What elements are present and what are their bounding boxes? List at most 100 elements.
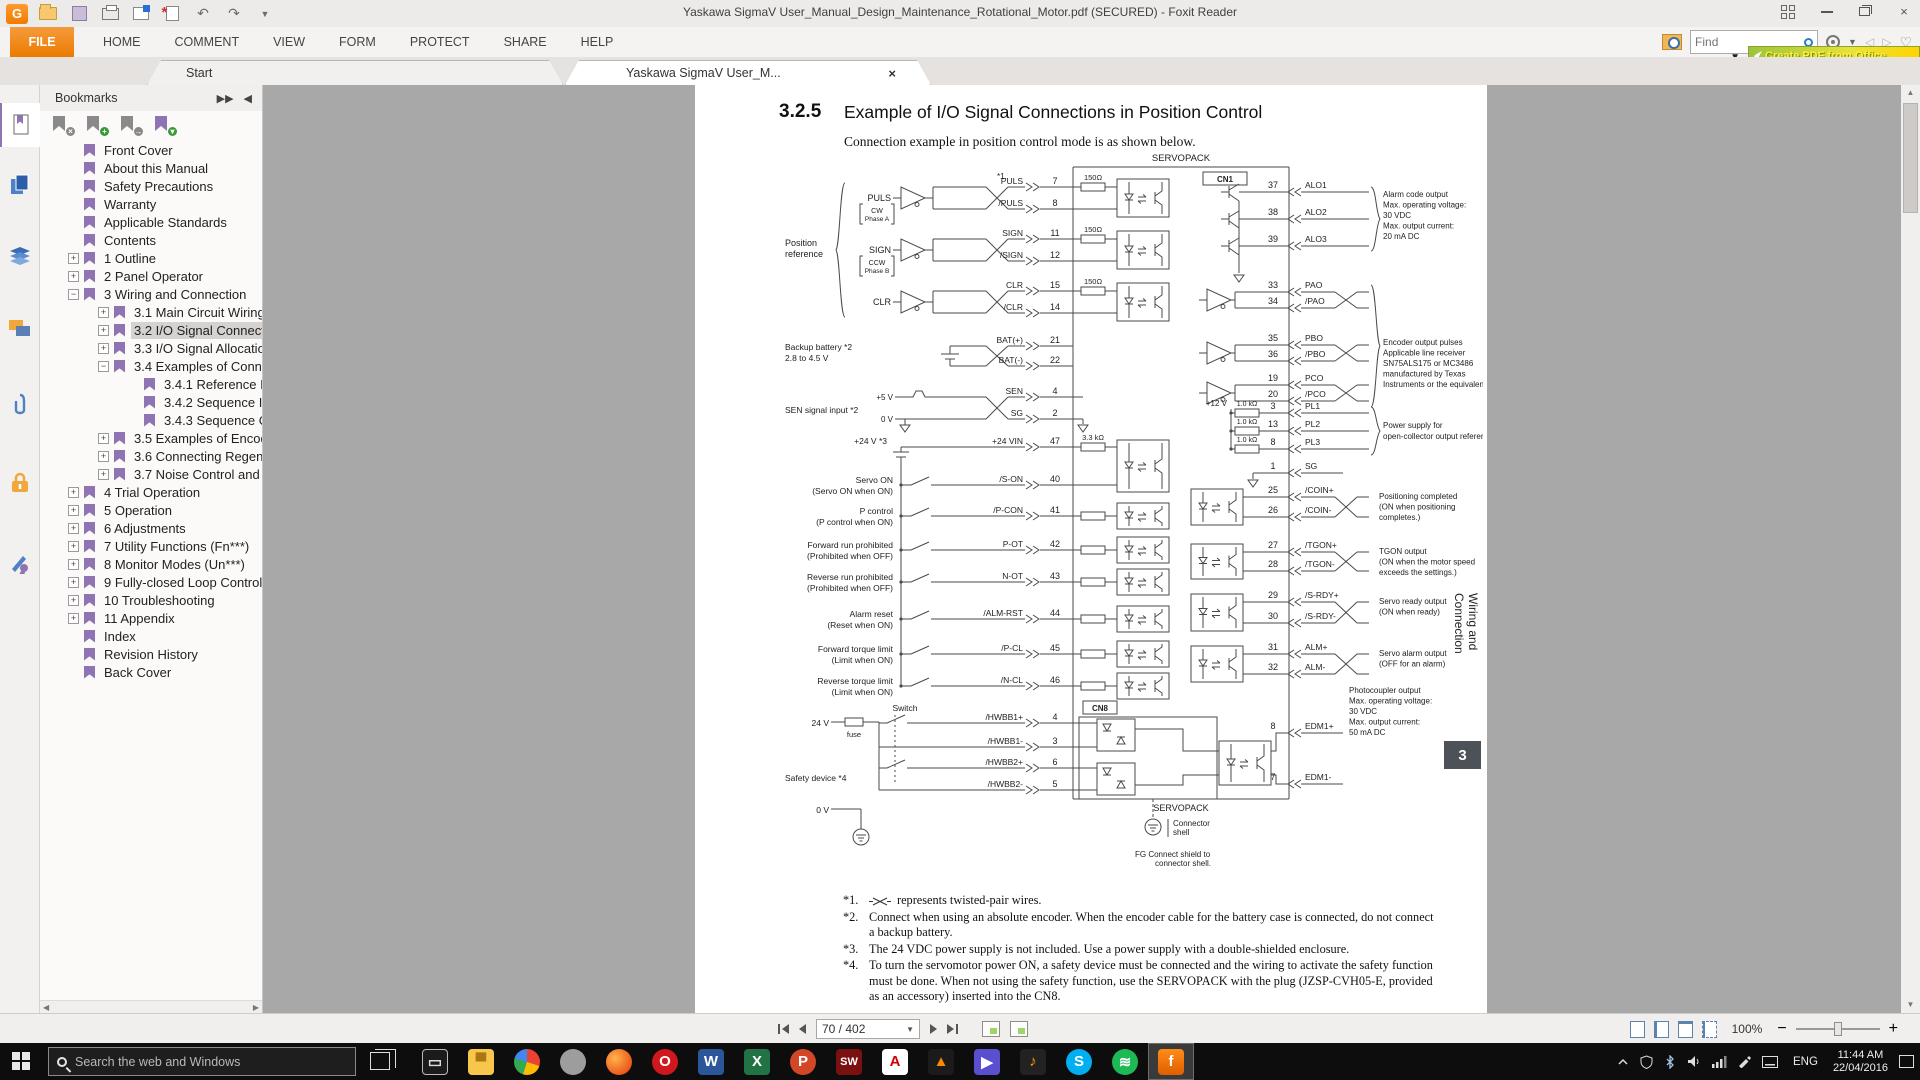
- bookmark-label[interactable]: Safety Precautions: [101, 178, 216, 195]
- network-icon[interactable]: [1712, 1056, 1727, 1068]
- expander-icon[interactable]: +: [98, 307, 109, 318]
- task-view-icon[interactable]: [370, 1052, 390, 1070]
- expander-icon[interactable]: +: [68, 271, 79, 282]
- restore-button[interactable]: [1859, 7, 1870, 16]
- expander-icon[interactable]: +: [68, 559, 79, 570]
- bookmark-item[interactable]: +3.4.2 Sequence Input Circu: [40, 393, 262, 411]
- bookmark-item[interactable]: +3.5 Examples of Encoder Conn: [40, 429, 262, 447]
- app-file-explorer[interactable]: ▀: [458, 1043, 504, 1080]
- menu-protect[interactable]: PROTECT: [393, 27, 487, 57]
- bookmark-label[interactable]: 4 Trial Operation: [101, 484, 203, 501]
- bookmark-item[interactable]: +1 Outline: [40, 249, 262, 267]
- menu-file[interactable]: FILE: [10, 27, 74, 57]
- bookmark-label[interactable]: 3.4.3 Sequence Output Cir: [161, 412, 262, 429]
- attachments-panel-icon[interactable]: [0, 383, 40, 427]
- expander-icon[interactable]: −: [98, 361, 109, 372]
- app-skype[interactable]: S: [1056, 1043, 1102, 1080]
- menu-share[interactable]: SHARE: [487, 27, 564, 57]
- bookmark-label[interactable]: Warranty: [101, 196, 159, 213]
- expander-icon[interactable]: +: [68, 613, 79, 624]
- bookmark-label[interactable]: 5 Operation: [101, 502, 175, 519]
- document-canvas[interactable]: 3.2.5 Example of I/O Signal Connections …: [264, 85, 1901, 1013]
- tab-start[interactable]: Start: [147, 60, 563, 85]
- bookmark-label[interactable]: 3.4 Examples of Connection to: [131, 358, 262, 375]
- bookmark-label[interactable]: About this Manual: [101, 160, 211, 177]
- bookmark-item[interactable]: +3.7 Noise Control and Measures: [40, 465, 262, 483]
- bookmark-label[interactable]: 10 Troubleshooting: [101, 592, 218, 609]
- expander-icon[interactable]: +: [68, 577, 79, 588]
- bookmark-item[interactable]: +4 Trial Operation: [40, 483, 262, 501]
- expander-icon[interactable]: +: [98, 469, 109, 480]
- bookmark-item[interactable]: +3.4.3 Sequence Output Cir: [40, 411, 262, 429]
- bookmark-item[interactable]: +3.3 I/O Signal Allocations: [40, 339, 262, 357]
- bookmark-item[interactable]: − 3.4 Examples of Connection to: [40, 357, 262, 375]
- menu-home[interactable]: HOME: [86, 27, 158, 57]
- expander-icon[interactable]: +: [98, 451, 109, 462]
- bookmark-item[interactable]: +5 Operation: [40, 501, 262, 519]
- next-page-button[interactable]: [930, 1024, 937, 1034]
- bookmark-item[interactable]: +7 Utility Functions (Fn***): [40, 537, 262, 555]
- bookmark-item[interactable]: +Warranty: [40, 195, 262, 213]
- comments-panel-icon[interactable]: [0, 307, 40, 351]
- bookmark-label[interactable]: 8 Monitor Modes (Un***): [101, 556, 248, 573]
- signature-panel-icon[interactable]: [0, 541, 40, 585]
- language-indicator[interactable]: ENG: [1789, 1056, 1822, 1068]
- bookmark-item[interactable]: +3.2 I/O Signal Connections: [40, 321, 262, 339]
- pen-icon[interactable]: [1738, 1055, 1751, 1068]
- app-gray-app[interactable]: [550, 1043, 596, 1080]
- bookmark-item[interactable]: +9 Fully-closed Loop Control: [40, 573, 262, 591]
- app-solidworks[interactable]: SW: [826, 1043, 872, 1080]
- bookmark-label[interactable]: 3.1 Main Circuit Wiring: [131, 304, 262, 321]
- notification-center-icon[interactable]: [1899, 1055, 1914, 1068]
- app-music-app[interactable]: ♪: [1010, 1043, 1056, 1080]
- add-bookmark-icon[interactable]: +: [86, 115, 108, 135]
- menu-help[interactable]: HELP: [564, 27, 631, 57]
- app-powerpoint[interactable]: P: [780, 1043, 826, 1080]
- app-vlc[interactable]: ▲: [918, 1043, 964, 1080]
- expander-icon[interactable]: +: [98, 343, 109, 354]
- security-panel-icon[interactable]: [0, 461, 40, 505]
- clock[interactable]: 11:44 AM 22/04/2016: [1833, 1049, 1888, 1075]
- expander-icon[interactable]: +: [98, 433, 109, 444]
- page-number-box[interactable]: 70 / 402▼: [816, 1019, 920, 1039]
- facing-view-icon[interactable]: [1678, 1021, 1693, 1038]
- bookmark-label[interactable]: 3.2 I/O Signal Connections: [131, 322, 262, 339]
- delete-bookmark-icon[interactable]: ×: [52, 115, 74, 135]
- app-acrobat[interactable]: A: [872, 1043, 918, 1080]
- tab-close-icon[interactable]: ×: [888, 66, 896, 81]
- bookmark-label[interactable]: 3 Wiring and Connection: [101, 286, 249, 303]
- bookmark-label[interactable]: Applicable Standards: [101, 214, 230, 231]
- bookmark-label[interactable]: 11 Appendix: [101, 610, 178, 627]
- app-spotify[interactable]: ≋: [1102, 1043, 1148, 1080]
- app-excel[interactable]: X: [734, 1043, 780, 1080]
- app-foxit-reader[interactable]: f: [1148, 1043, 1194, 1080]
- minimize-button[interactable]: [1821, 11, 1833, 13]
- expander-icon[interactable]: +: [68, 523, 79, 534]
- expander-icon[interactable]: +: [68, 487, 79, 498]
- bookmark-label[interactable]: Index: [101, 628, 139, 645]
- scroll-down-icon[interactable]: ▼: [1901, 997, 1920, 1013]
- bookmark-item[interactable]: +3.1 Main Circuit Wiring: [40, 303, 262, 321]
- bookmark-label[interactable]: Revision History: [101, 646, 201, 663]
- menu-comment[interactable]: COMMENT: [158, 27, 257, 57]
- start-button[interactable]: [12, 1052, 30, 1070]
- bookmark-item[interactable]: +3.4.1 Reference Input Circu: [40, 375, 262, 393]
- zoom-slider-handle[interactable]: [1834, 1022, 1842, 1036]
- bookmark-label[interactable]: 3.4.1 Reference Input Circu: [161, 376, 262, 393]
- expander-icon[interactable]: +: [98, 325, 109, 336]
- bookmark-item[interactable]: +11 Appendix: [40, 609, 262, 627]
- volume-icon[interactable]: [1687, 1055, 1701, 1068]
- bookmark-item[interactable]: +About this Manual: [40, 159, 262, 177]
- bookmark-label[interactable]: 1 Outline: [101, 250, 159, 267]
- bookmark-label[interactable]: 2 Panel Operator: [101, 268, 206, 285]
- bookmark-item[interactable]: −3 Wiring and Connection: [40, 285, 262, 303]
- collapse-panel-icon[interactable]: ◀: [244, 92, 252, 105]
- bookmark-label[interactable]: Back Cover: [101, 664, 174, 681]
- bookmark-item[interactable]: +3.6 Connecting Regenerative R: [40, 447, 262, 465]
- expand-panel-icon[interactable]: ▶▶: [217, 92, 234, 105]
- continuous-facing-view-icon[interactable]: [1702, 1021, 1717, 1038]
- layers-panel-icon[interactable]: [0, 233, 40, 277]
- vertical-scrollbar[interactable]: ▲ ▼: [1901, 85, 1920, 1013]
- close-button[interactable]: ×: [1896, 4, 1912, 19]
- bookmark-item[interactable]: +10 Troubleshooting: [40, 591, 262, 609]
